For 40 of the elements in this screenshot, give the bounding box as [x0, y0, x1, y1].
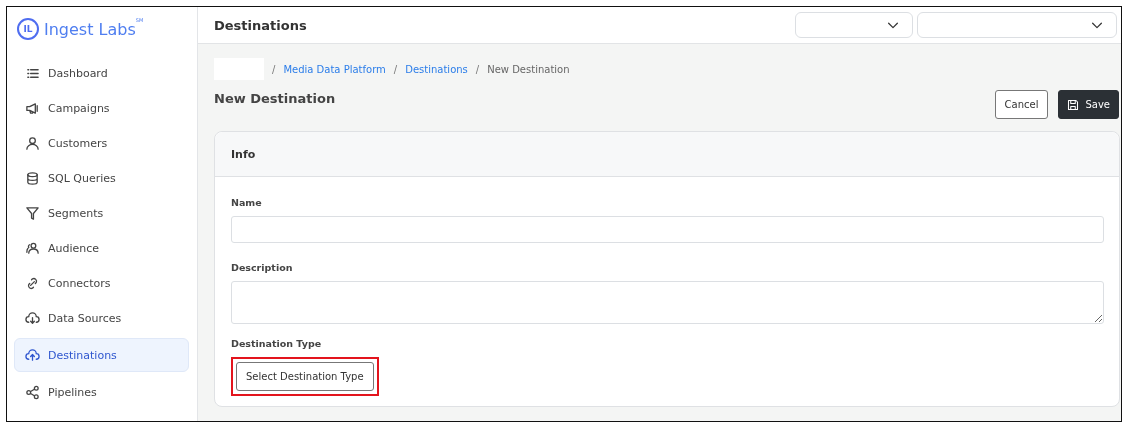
sidebar-item[interactable]: Campaigns — [14, 93, 189, 123]
sidebar-item[interactable]: Audience — [14, 233, 189, 263]
breadcrumb-separator: / — [272, 63, 276, 75]
sidebar-item[interactable]: Customers — [14, 128, 189, 158]
dropdown[interactable] — [795, 12, 913, 38]
breadcrumb-separator: / — [475, 63, 480, 75]
sidebar-item[interactable]: Dashboard — [14, 58, 189, 88]
save-button[interactable]: Save — [1058, 90, 1119, 119]
breadcrumb-link[interactable]: Media Data Platform — [283, 63, 386, 75]
people-icon — [25, 240, 40, 256]
logo-icon: IL — [17, 18, 39, 40]
cancel-button[interactable]: Cancel — [994, 90, 1049, 119]
field-label: Destination Type — [231, 338, 323, 349]
person-icon — [25, 135, 40, 151]
sidebar-item[interactable]: Connectors — [14, 268, 189, 298]
cloud-upload-icon — [25, 347, 40, 363]
select-type-button[interactable]: Select Destination Type — [236, 362, 374, 391]
megaphone-icon — [25, 100, 40, 116]
input-field[interactable] — [231, 216, 1104, 243]
sidebar-item[interactable]: Destinations — [14, 338, 189, 372]
cloud-download-icon — [25, 310, 40, 326]
sidebar-item[interactable]: SQL Queries — [14, 163, 189, 193]
field-label: Description — [231, 262, 294, 273]
text-area[interactable] — [231, 281, 1104, 324]
database-icon — [25, 170, 40, 186]
sidebar-item[interactable]: Data Sources — [14, 303, 189, 333]
page-header-title: Destinations — [214, 17, 307, 33]
breadcrumb-current: New Destination — [487, 63, 570, 75]
dropdown[interactable] — [917, 12, 1117, 38]
filter-icon — [25, 205, 40, 221]
brand-name: Ingest Labs — [44, 19, 136, 39]
page-title: New Destination — [214, 91, 336, 106]
sidebar-item[interactable]: Pipelines — [14, 377, 189, 407]
breadcrumb-link[interactable]: Destinations — [405, 63, 468, 75]
link-icon — [25, 275, 40, 291]
share-icon — [25, 384, 40, 400]
breadcrumb-separator: / — [393, 63, 398, 75]
field-label: Name — [231, 197, 263, 208]
sidebar-item[interactable]: Segments — [14, 198, 189, 228]
card-title: Info — [231, 147, 256, 161]
